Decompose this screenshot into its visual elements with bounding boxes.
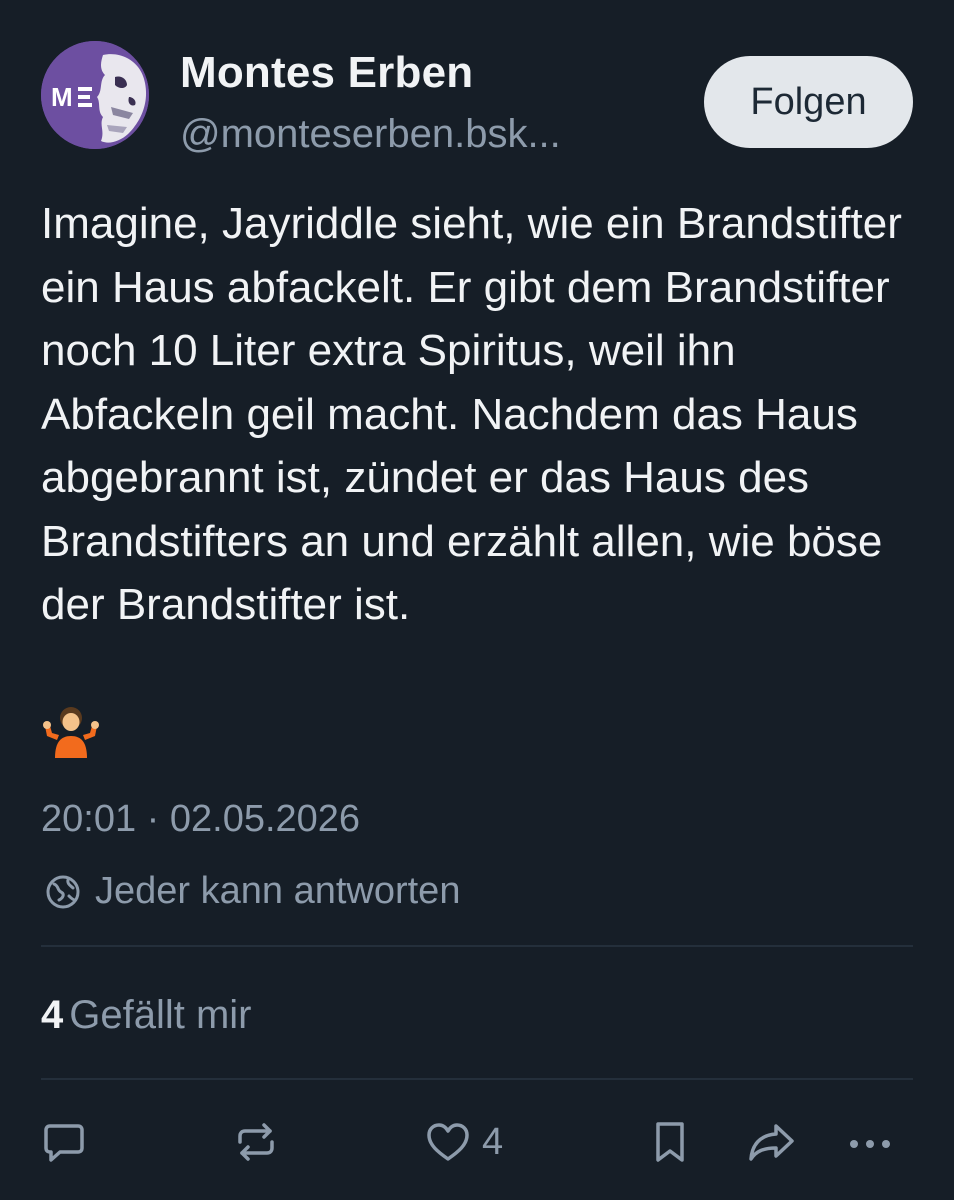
post-text: Imagine, Jayriddle sieht, wie ein Brands… <box>41 199 915 629</box>
reply-setting-label: Jeder kann antworten <box>95 870 461 912</box>
post-timestamp: 20:01 · 02.05.2026 <box>41 798 361 840</box>
person-shrugging-emoji-icon <box>43 707 99 758</box>
comment-icon <box>44 1124 84 1162</box>
bookmark-icon <box>656 1122 684 1162</box>
divider <box>41 1078 913 1080</box>
globe-icon <box>46 875 80 908</box>
author-handle[interactable]: @monteserben.bsk... <box>180 112 561 157</box>
like-stats-label: Gefällt mir <box>69 993 252 1037</box>
like-count: 4 <box>482 1120 504 1163</box>
follow-button[interactable]: Folgen <box>704 56 913 148</box>
post-thread-view: M Montes Erben @monteserben.bsk... Folge… <box>0 0 954 1200</box>
more-icon <box>850 1140 890 1148</box>
like-stats-count: 4 <box>41 993 64 1037</box>
share-icon <box>749 1124 794 1161</box>
repost-icon <box>238 1123 274 1161</box>
reply-button[interactable] <box>40 1112 88 1172</box>
author-name[interactable]: Montes Erben <box>180 48 473 98</box>
avatar-image: M <box>41 41 149 149</box>
heart-icon <box>427 1123 469 1161</box>
avatar-logo-text: M <box>51 82 73 112</box>
avatar[interactable]: M <box>41 41 149 149</box>
like-button[interactable]: 4 <box>424 1112 503 1172</box>
more-options-button[interactable] <box>846 1112 898 1172</box>
like-stats[interactable]: 4 Gefällt mir <box>41 993 252 1038</box>
bookmark-button[interactable] <box>646 1112 694 1172</box>
share-button[interactable] <box>746 1112 798 1172</box>
reply-setting[interactable]: Jeder kann antworten <box>41 870 460 913</box>
divider <box>41 945 913 947</box>
repost-button[interactable] <box>232 1112 280 1172</box>
